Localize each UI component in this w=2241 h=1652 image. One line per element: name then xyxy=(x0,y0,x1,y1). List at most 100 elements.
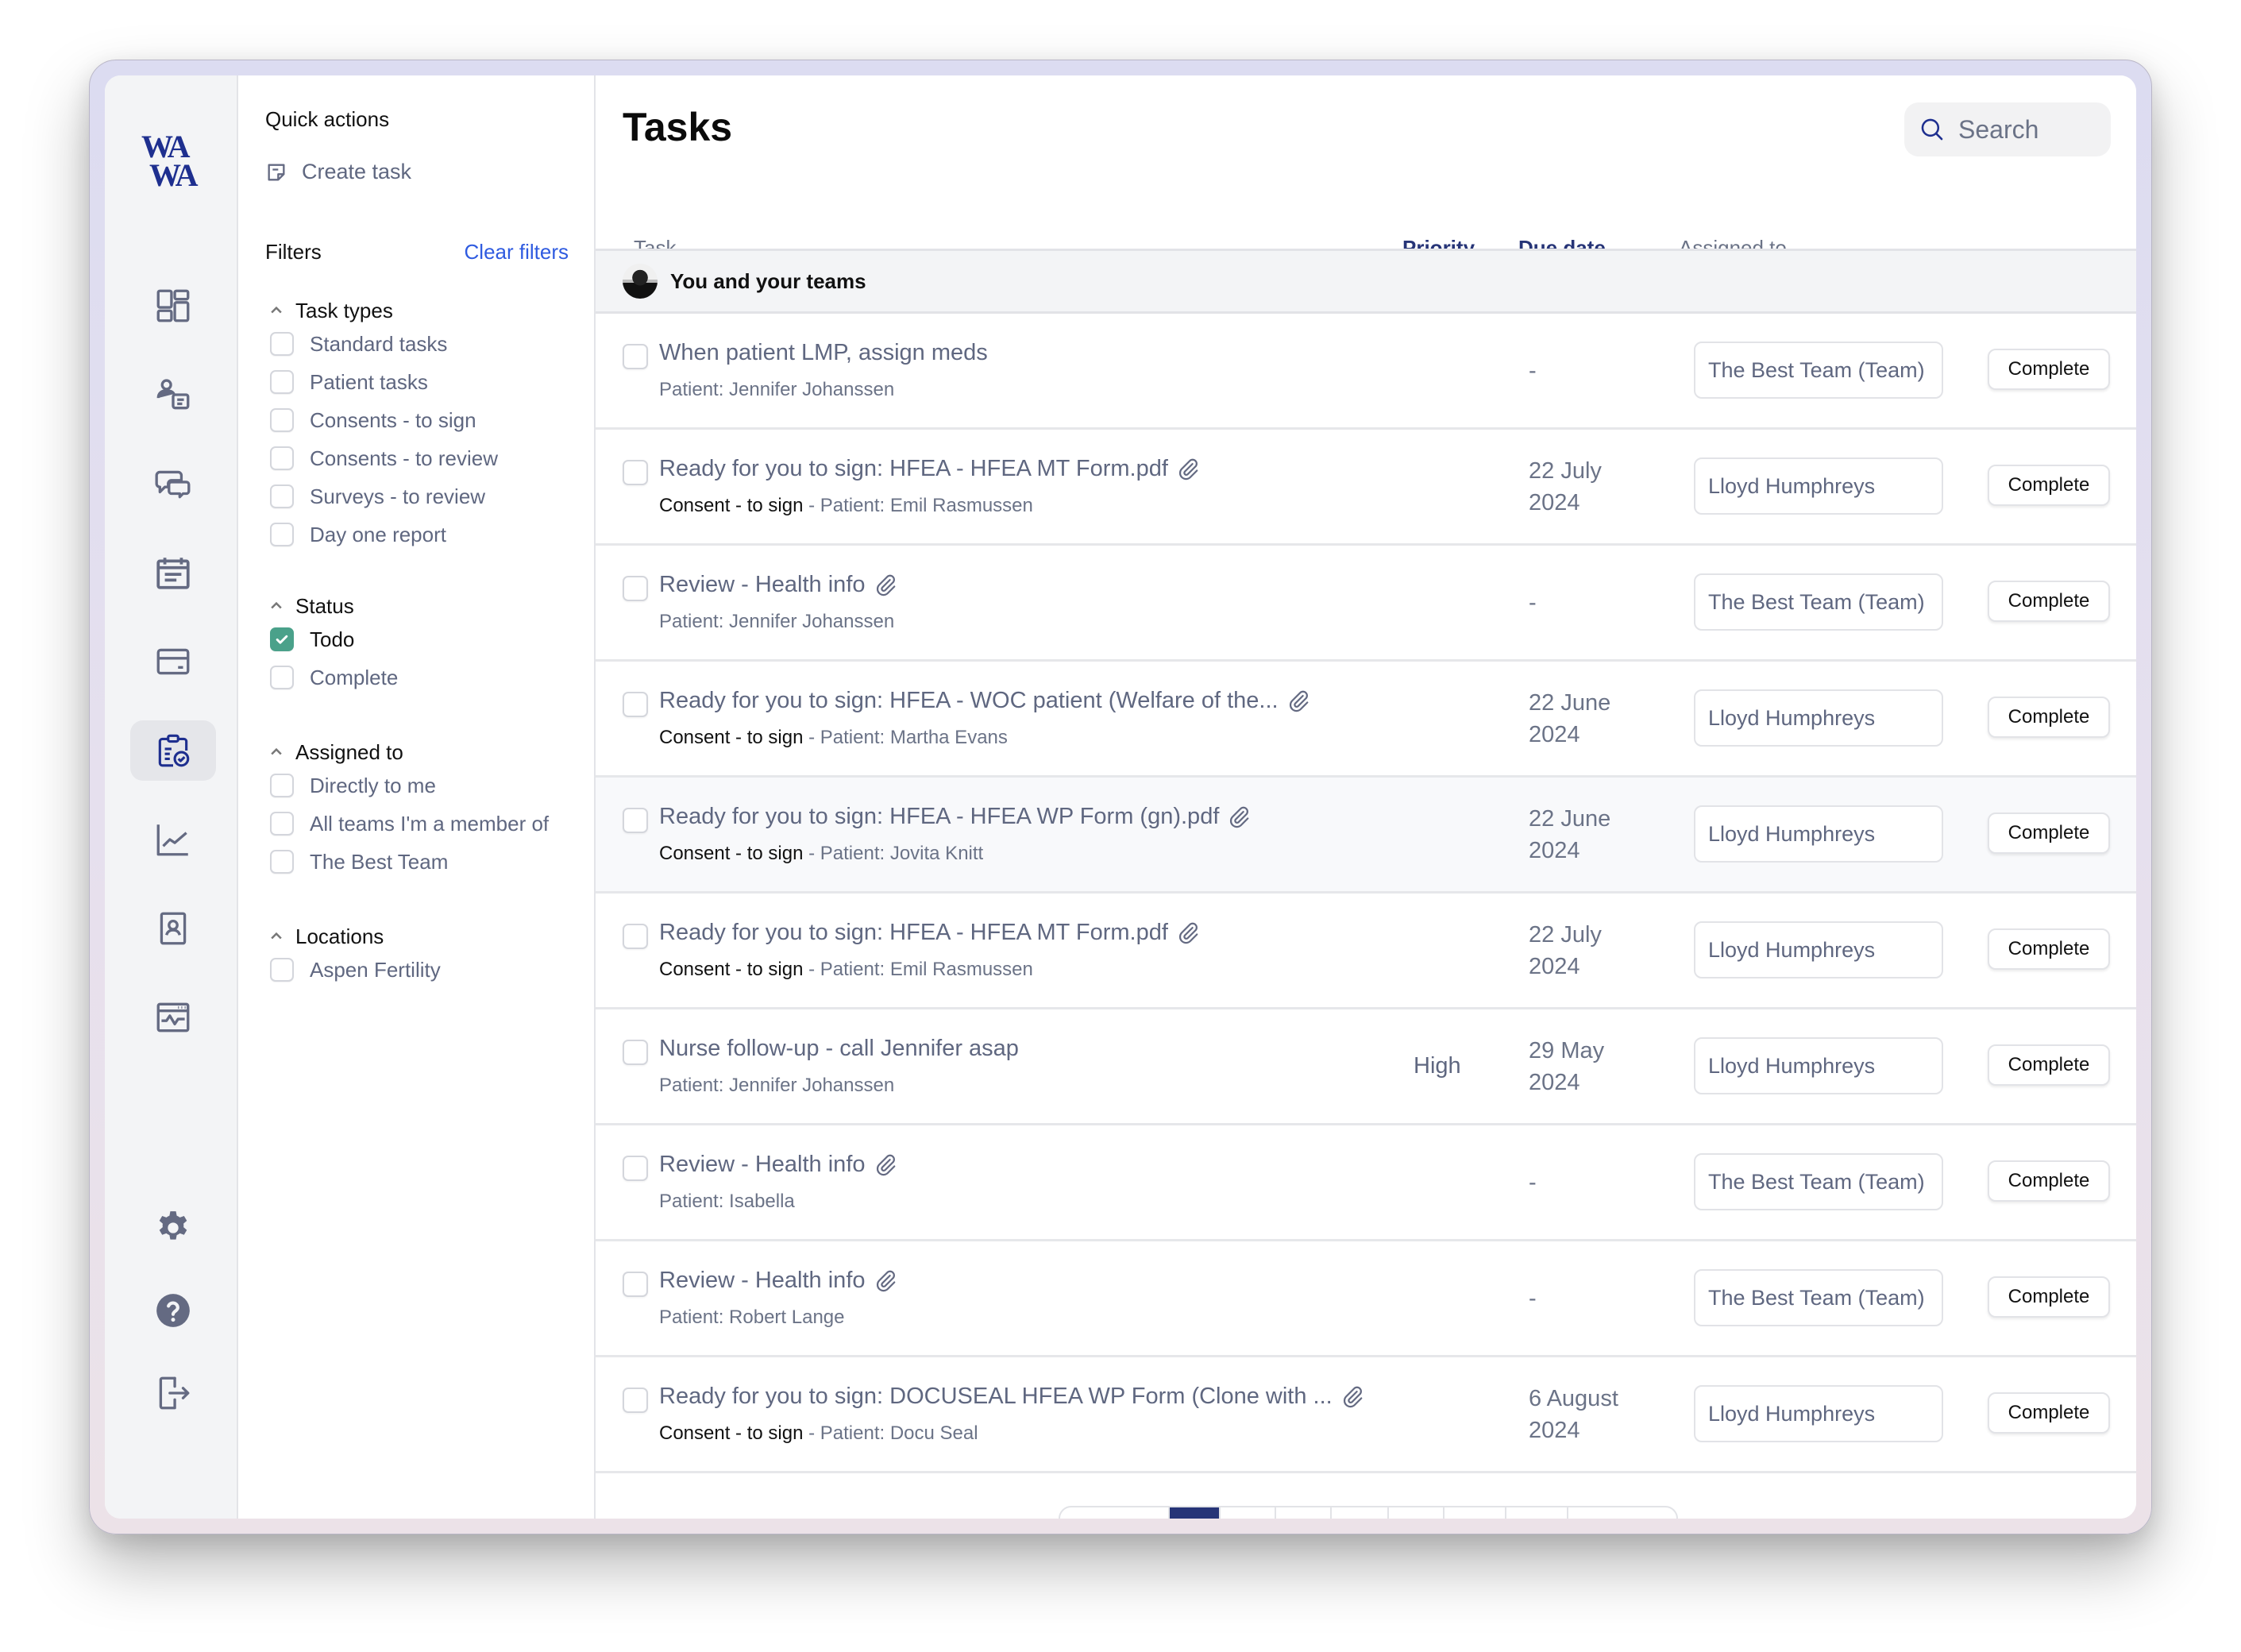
clear-filters-link[interactable]: Clear filters xyxy=(465,240,569,264)
filter-option[interactable]: The Best Team xyxy=(268,843,549,881)
pagination-page-current[interactable] xyxy=(1170,1507,1221,1519)
task-checkbox[interactable] xyxy=(623,460,648,485)
assignee-select[interactable]: The Best Team (Team) xyxy=(1694,1269,1943,1326)
checkbox[interactable] xyxy=(270,958,294,982)
assignee-select[interactable]: Lloyd Humphreys xyxy=(1694,1037,1943,1094)
sidebar-item-patients[interactable] xyxy=(130,365,216,425)
assignee-select[interactable]: The Best Team (Team) xyxy=(1694,1153,1943,1210)
task-title-link[interactable]: Review - Health info xyxy=(659,572,897,598)
checkbox[interactable] xyxy=(270,408,294,432)
filter-group-toggle[interactable]: Assigned to xyxy=(268,738,549,766)
assignee-select[interactable]: Lloyd Humphreys xyxy=(1694,805,1943,863)
filter-option[interactable]: Complete xyxy=(268,658,398,697)
checkbox[interactable] xyxy=(270,332,294,356)
complete-button[interactable]: Complete xyxy=(1988,1044,2110,1086)
complete-button[interactable]: Complete xyxy=(1988,928,2110,970)
pagination-page[interactable] xyxy=(1444,1507,1506,1519)
filter-option[interactable]: Patient tasks xyxy=(268,363,498,401)
task-checkbox[interactable] xyxy=(623,808,648,833)
task-title-link[interactable]: Review - Health info xyxy=(659,1268,897,1294)
task-row[interactable]: Review - Health info Patient: Jennifer Jo… xyxy=(596,546,2136,662)
sidebar-item-billing[interactable] xyxy=(130,631,216,692)
task-row[interactable]: Ready for you to sign: HFEA - WOC patien… xyxy=(596,662,2136,778)
task-row[interactable]: Review - Health info Patient: Isabella - Th… xyxy=(596,1125,2136,1241)
checkbox[interactable] xyxy=(270,666,294,689)
sidebar-item-contacts[interactable] xyxy=(130,898,216,959)
filter-option[interactable]: All teams I'm a member of xyxy=(268,805,549,843)
task-title-link[interactable]: Nurse follow-up - call Jennifer asap xyxy=(659,1036,1019,1062)
brand-logo[interactable]: WA WA xyxy=(141,131,198,191)
checkbox[interactable] xyxy=(270,774,294,797)
pagination-page[interactable] xyxy=(1389,1507,1444,1519)
sidebar-item-logout[interactable] xyxy=(130,1363,216,1423)
checkbox[interactable] xyxy=(270,446,294,470)
checkbox[interactable] xyxy=(270,812,294,836)
complete-button[interactable]: Complete xyxy=(1988,1392,2110,1434)
pagination-page[interactable] xyxy=(1506,1507,1568,1519)
sidebar-item-messages[interactable] xyxy=(130,454,216,514)
checkbox[interactable] xyxy=(270,484,294,508)
assignee-select[interactable]: Lloyd Humphreys xyxy=(1694,921,1943,978)
sidebar-item-monitoring[interactable] xyxy=(130,987,216,1048)
filter-group-toggle[interactable]: Status xyxy=(268,592,398,620)
pagination-page[interactable] xyxy=(1276,1507,1332,1519)
pagination-prev[interactable] xyxy=(1060,1507,1170,1519)
task-checkbox[interactable] xyxy=(623,1156,648,1181)
complete-button[interactable]: Complete xyxy=(1988,465,2110,506)
sidebar-item-dashboard[interactable] xyxy=(130,276,216,336)
task-checkbox[interactable] xyxy=(623,1040,648,1065)
task-title-link[interactable]: Ready for you to sign: HFEA - WOC patien… xyxy=(659,688,1310,714)
create-task-button[interactable]: Create task xyxy=(265,160,411,184)
pagination-next[interactable] xyxy=(1568,1507,1676,1519)
task-checkbox[interactable] xyxy=(623,924,648,949)
filter-option[interactable]: Directly to me xyxy=(268,766,549,805)
task-checkbox[interactable] xyxy=(623,576,648,601)
task-row[interactable]: Ready for you to sign: DOCUSEAL HFEA WP … xyxy=(596,1357,2136,1473)
assignee-select[interactable]: The Best Team (Team) xyxy=(1694,573,1943,631)
checkbox[interactable] xyxy=(270,850,294,874)
task-title-link[interactable]: Ready for you to sign: DOCUSEAL HFEA WP … xyxy=(659,1384,1364,1410)
task-title-link[interactable]: Review - Health info xyxy=(659,1152,897,1178)
task-checkbox[interactable] xyxy=(623,692,648,717)
task-checkbox[interactable] xyxy=(623,344,648,369)
assignee-select[interactable]: Lloyd Humphreys xyxy=(1694,1385,1943,1442)
task-title-link[interactable]: Ready for you to sign: HFEA - HFEA MT Fo… xyxy=(659,920,1200,946)
task-row[interactable]: Nurse follow-up - call Jennifer asap Pati… xyxy=(596,1009,2136,1125)
task-row[interactable]: Ready for you to sign: HFEA - HFEA WP Fo… xyxy=(596,778,2136,894)
assignee-select[interactable]: Lloyd Humphreys xyxy=(1694,457,1943,515)
sidebar-item-calendar[interactable] xyxy=(130,542,216,603)
filter-option[interactable]: Standard tasks xyxy=(268,325,498,363)
complete-button[interactable]: Complete xyxy=(1988,349,2110,390)
filter-option[interactable]: Surveys - to review xyxy=(268,477,498,515)
task-row[interactable]: Ready for you to sign: HFEA - HFEA MT Fo… xyxy=(596,894,2136,1009)
sidebar-item-settings[interactable] xyxy=(130,1198,216,1258)
complete-button[interactable]: Complete xyxy=(1988,812,2110,854)
task-checkbox[interactable] xyxy=(623,1388,648,1413)
sidebar-item-help[interactable] xyxy=(130,1280,216,1341)
task-title-link[interactable]: When patient LMP, assign meds xyxy=(659,340,988,366)
search-input[interactable] xyxy=(1958,114,2101,145)
assignee-select[interactable]: Lloyd Humphreys xyxy=(1694,689,1943,747)
complete-button[interactable]: Complete xyxy=(1988,697,2110,738)
pagination-page[interactable] xyxy=(1221,1507,1276,1519)
task-checkbox[interactable] xyxy=(623,1272,648,1297)
task-row[interactable]: When patient LMP, assign meds Patient: Je… xyxy=(596,314,2136,430)
sidebar-item-analytics[interactable] xyxy=(130,809,216,870)
task-row[interactable]: Review - Health info Patient: Robert Lang… xyxy=(596,1241,2136,1357)
checkbox[interactable] xyxy=(270,523,294,546)
checkbox[interactable] xyxy=(270,370,294,394)
search-box[interactable] xyxy=(1904,102,2111,156)
task-row[interactable]: Ready for you to sign: HFEA - HFEA MT Fo… xyxy=(596,430,2136,546)
complete-button[interactable]: Complete xyxy=(1988,1160,2110,1202)
sidebar-item-tasks[interactable] xyxy=(130,720,216,781)
filter-group-toggle[interactable]: Locations xyxy=(268,922,441,951)
filter-option[interactable]: Aspen Fertility xyxy=(268,951,441,989)
checkbox-checked[interactable] xyxy=(270,627,294,651)
complete-button[interactable]: Complete xyxy=(1988,1276,2110,1318)
assignee-select[interactable]: The Best Team (Team) xyxy=(1694,342,1943,399)
pagination-page[interactable] xyxy=(1332,1507,1389,1519)
filter-group-toggle[interactable]: Task types xyxy=(268,296,498,325)
task-title-link[interactable]: Ready for you to sign: HFEA - HFEA MT Fo… xyxy=(659,456,1200,482)
task-title-link[interactable]: Ready for you to sign: HFEA - HFEA WP Fo… xyxy=(659,804,1251,830)
filter-option[interactable]: Todo xyxy=(268,620,398,658)
